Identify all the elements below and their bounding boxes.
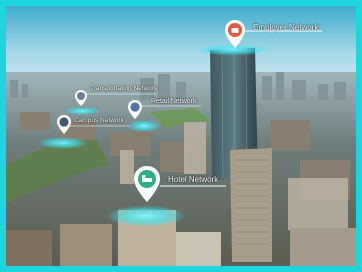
- network-map-illustration: Employer Network Transportation Network …: [0, 0, 362, 272]
- employer-leader-line: [242, 30, 322, 32]
- transportation-leader-line: [86, 93, 156, 95]
- campus-leader-line: [70, 125, 130, 127]
- hotel-leader-line: [160, 185, 226, 187]
- transportation-network-label: Transportation Network: [90, 85, 158, 92]
- hotel-network-label: Hotel Network: [168, 175, 219, 184]
- city-aerial-scene: [0, 0, 362, 272]
- campus-network-label: Campus Network: [74, 117, 124, 124]
- campus-pin-icon: [57, 115, 71, 134]
- retail-network-label: Retail Network: [151, 98, 197, 105]
- employer-pin-icon: [225, 20, 245, 48]
- hotel-pin-icon: [134, 166, 160, 202]
- retail-pin-icon: [128, 100, 142, 119]
- retail-leader-line: [141, 105, 201, 107]
